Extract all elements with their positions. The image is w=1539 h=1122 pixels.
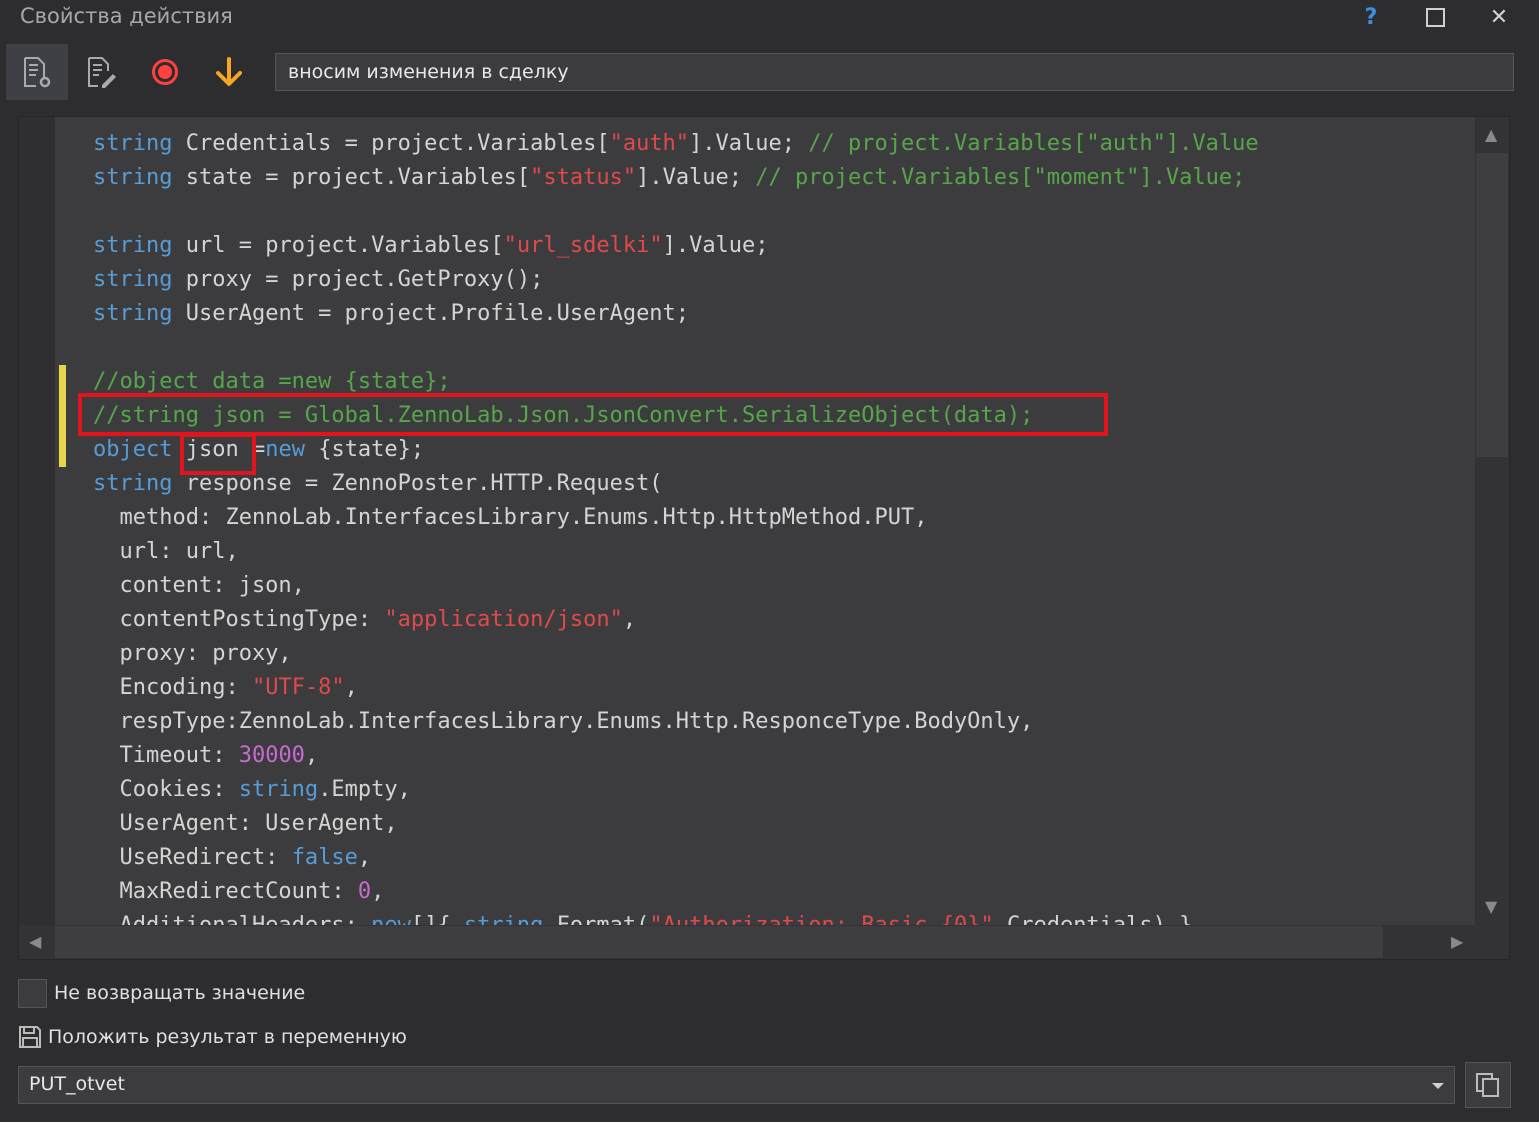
save-result-label: Положить результат в переменную: [48, 1026, 407, 1048]
action-name-input[interactable]: [275, 53, 1514, 91]
code-line: UseRedirect: false,: [93, 845, 372, 870]
copy-button[interactable]: [1465, 1062, 1511, 1108]
horizontal-scrollbar[interactable]: ◀ ▶: [19, 925, 1475, 959]
code-line: Encoding: "UTF-8",: [93, 675, 358, 700]
code-line: method: ZennoLab.InterfacesLibrary.Enums…: [93, 505, 928, 530]
change-marker: [59, 365, 66, 467]
window-title: Свойства действия: [20, 4, 233, 28]
code-line: //object data =new {state};: [93, 369, 451, 394]
arrow-down-icon: [216, 57, 242, 86]
code-line: UserAgent: UserAgent,: [93, 811, 398, 836]
no-return-label: Не возвращать значение: [54, 982, 306, 1004]
vertical-scrollbar[interactable]: ▲ ▼: [1475, 117, 1509, 925]
line-gutter: [19, 117, 55, 925]
maximize-button[interactable]: [1410, 0, 1460, 34]
variable-select[interactable]: PUT_otvet: [18, 1066, 1455, 1104]
code-line: //string json = Global.ZennoLab.Json.Jso…: [93, 403, 1034, 428]
scroll-left-icon[interactable]: ◀: [29, 932, 41, 951]
close-icon: ✕: [1489, 4, 1509, 30]
record-button[interactable]: [134, 44, 196, 100]
scroll-down-icon[interactable]: ▼: [1485, 897, 1497, 916]
chevron-down-icon: [1432, 1083, 1444, 1089]
code-line: contentPostingType: "application/json",: [93, 607, 637, 632]
code-line: string url = project.Variables["url_sdel…: [93, 233, 769, 258]
code-line: AdditionalHeaders: new[]{ string.Format(…: [93, 913, 1192, 925]
scroll-up-icon[interactable]: ▲: [1485, 125, 1497, 144]
toolbar: [0, 40, 1539, 102]
document-edit-icon: [88, 57, 116, 88]
code-line: string Credentials = project.Variables["…: [93, 131, 1259, 156]
save-icon: [19, 1026, 41, 1048]
code-line: url: url,: [93, 539, 239, 564]
variable-value: PUT_otvet: [29, 1073, 125, 1095]
vertical-scroll-thumb[interactable]: [1476, 153, 1508, 457]
title-bar: Свойства действия ? ✕: [0, 0, 1539, 34]
code-line: string state = project.Variables["status…: [93, 165, 1246, 190]
properties-settings-icon: [24, 57, 51, 88]
copy-icon: [1476, 1073, 1499, 1097]
code-text[interactable]: string Credentials = project.Variables["…: [93, 127, 1259, 925]
close-button[interactable]: ✕: [1474, 0, 1524, 34]
code-line: Cookies: string.Empty,: [93, 777, 411, 802]
step-down-button[interactable]: [198, 44, 260, 100]
code-line: string UserAgent = project.Profile.UserA…: [93, 301, 690, 326]
scroll-corner: [1475, 925, 1509, 959]
code-line: string proxy = project.GetProxy();: [93, 267, 544, 292]
no-return-checkbox[interactable]: [18, 979, 47, 1008]
help-icon: ?: [1364, 4, 1378, 30]
code-line: MaxRedirectCount: 0,: [93, 879, 385, 904]
code-area[interactable]: string Credentials = project.Variables["…: [55, 117, 1475, 925]
record-icon: [152, 59, 178, 85]
code-line: object json =new {state};: [93, 437, 425, 462]
code-line: respType:ZennoLab.InterfacesLibrary.Enum…: [93, 709, 1034, 734]
code-line: Timeout: 30000,: [93, 743, 319, 768]
properties-tab-button[interactable]: [6, 44, 68, 100]
horizontal-scroll-thumb[interactable]: [55, 926, 1383, 958]
edit-code-button[interactable]: [70, 44, 132, 100]
code-line: proxy: proxy,: [93, 641, 292, 666]
code-editor[interactable]: string Credentials = project.Variables["…: [18, 116, 1510, 960]
scroll-right-icon[interactable]: ▶: [1451, 932, 1463, 951]
maximize-icon: [1425, 7, 1445, 27]
code-line: string response = ZennoPoster.HTTP.Reque…: [93, 471, 663, 496]
help-button[interactable]: ?: [1346, 0, 1396, 34]
code-line: content: json,: [93, 573, 305, 598]
